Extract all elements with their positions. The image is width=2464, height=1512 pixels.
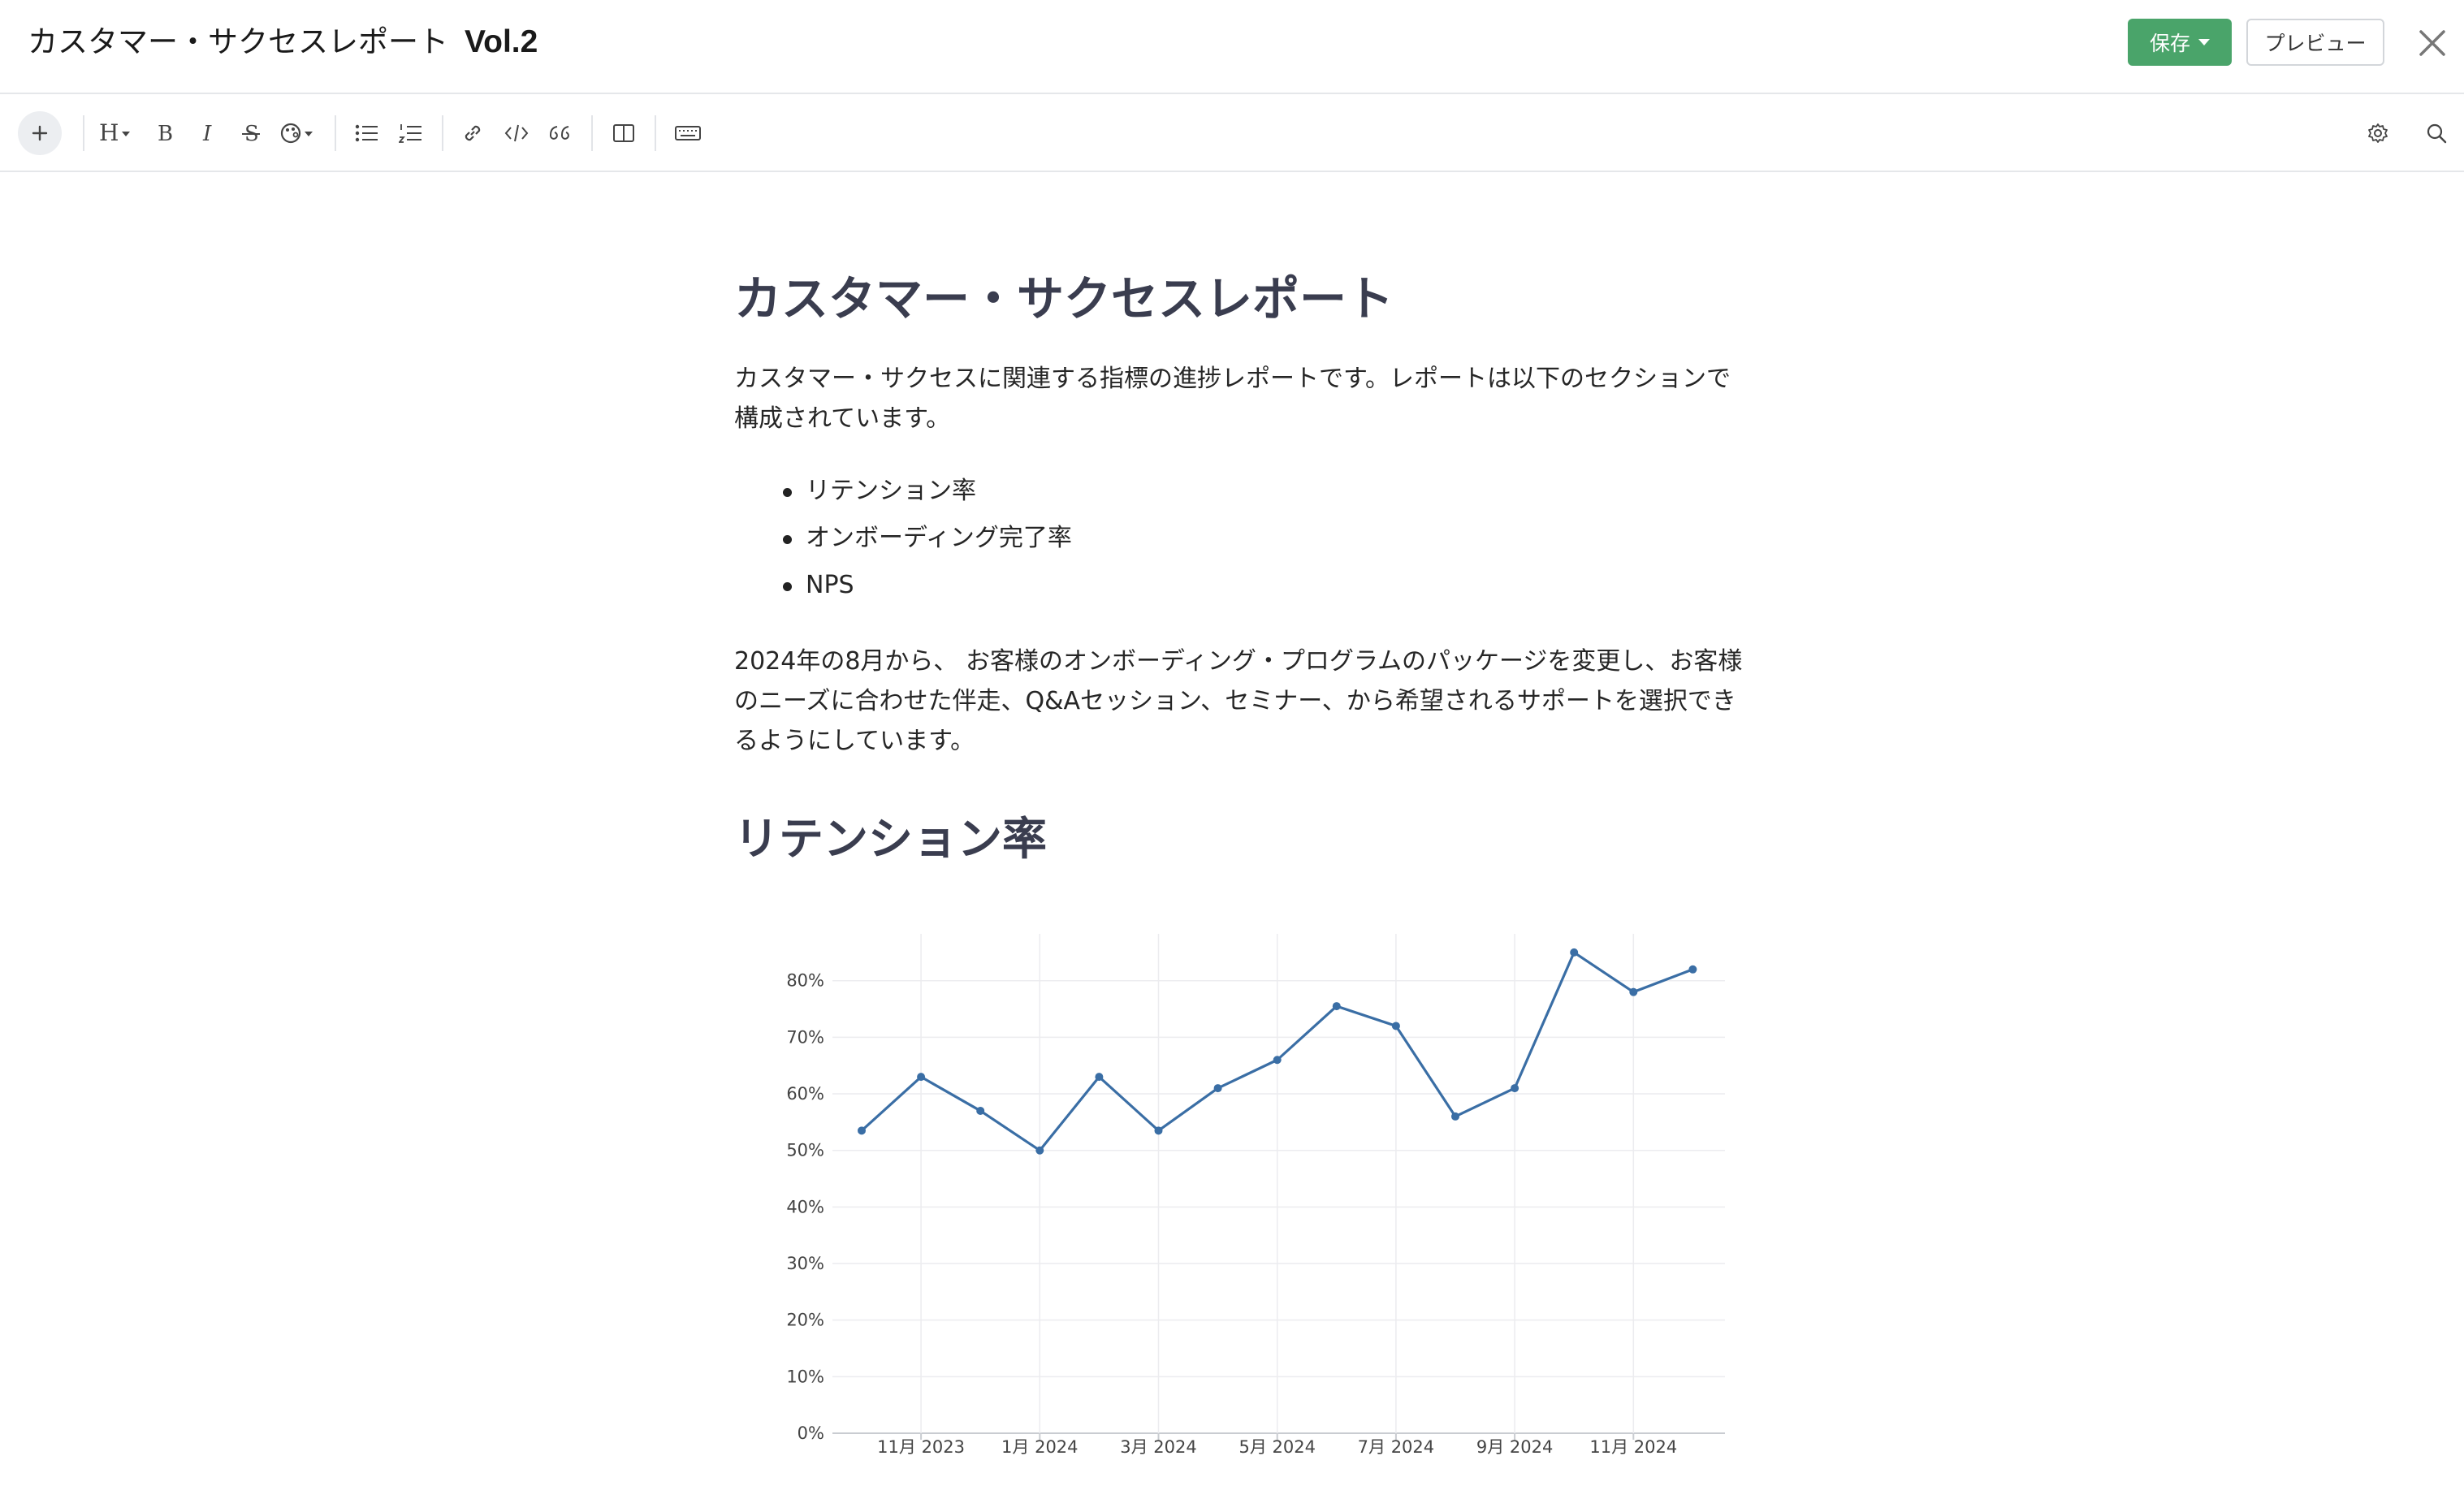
x-tick-label: 5月 2024 <box>1238 1437 1315 1457</box>
data-point <box>1451 1112 1459 1121</box>
data-point <box>1511 1084 1519 1093</box>
y-tick-label: 40% <box>786 1197 824 1216</box>
bullet-list-icon[interactable] <box>352 114 382 153</box>
x-tick-label: 7月 2024 <box>1358 1437 1434 1457</box>
intro-line-1: カスタマー・サクセスに関連する指標の進捗レポートです。レポートは以下のセクション… <box>734 365 1731 393</box>
chevron-down-icon <box>2198 39 2210 45</box>
x-tick-label: 3月 2024 <box>1120 1437 1196 1457</box>
y-tick-label: 60% <box>786 1084 824 1104</box>
keyboard-icon[interactable] <box>671 114 705 153</box>
preview-button-label: プレビュー <box>2264 32 2367 55</box>
onboarding-paragraph: 2024年の8月から、 お客様のオンボーディング・プログラムのパッケージを変更し… <box>734 642 1757 761</box>
y-tick-label: 80% <box>786 971 824 991</box>
toolbar-divider <box>335 115 336 151</box>
list-item: NPS <box>734 562 1546 609</box>
strikethrough-icon[interactable]: S <box>237 114 265 153</box>
color-palette-icon[interactable] <box>279 114 318 153</box>
layout-columns-icon[interactable] <box>609 114 638 153</box>
data-point <box>976 1106 985 1115</box>
data-point <box>1035 1146 1044 1155</box>
page-title: カスタマー・サクセスレポート <box>734 271 1394 326</box>
y-tick-label: 20% <box>786 1311 824 1330</box>
title-bar: カスタマー・サクセスレポート Vol.2 保存 プレビュー <box>0 0 2464 94</box>
paragraph-line-3: るようにしています。 <box>734 727 975 755</box>
data-point <box>1391 1022 1400 1030</box>
y-tick-label: 10% <box>786 1367 824 1386</box>
data-point <box>1629 987 1638 996</box>
search-icon[interactable] <box>2420 114 2453 153</box>
intro-line-2: 構成されています。 <box>734 404 951 433</box>
svg-text:I: I <box>202 122 212 145</box>
paragraph-line-1: 2024年の8月から、 お客様のオンボーディング・プログラムのパッケージを変更し… <box>734 647 1743 676</box>
add-block-icon[interactable] <box>18 111 62 155</box>
data-point <box>858 1126 866 1135</box>
data-point <box>1688 965 1697 974</box>
data-point <box>917 1073 926 1082</box>
document-title[interactable]: カスタマー・サクセスレポート Vol.2 <box>28 23 538 62</box>
document-title-text: カスタマー・サクセスレポート <box>28 24 448 59</box>
data-point <box>1213 1084 1222 1093</box>
svg-text:H: H <box>99 119 119 146</box>
retention-rate-chart: 0% 10% 20% 30% 40% 50% 60% 70% 80% 11月 2023 1月 202… <box>786 934 1725 1457</box>
y-tick-label: 0% <box>798 1423 824 1443</box>
toolbar-divider <box>83 115 84 151</box>
list-item: オンボーディング完了率 <box>734 515 1546 562</box>
data-point <box>1570 948 1579 957</box>
toolbar-divider <box>442 115 443 151</box>
numbered-list-icon[interactable] <box>396 114 426 153</box>
data-point <box>1332 1002 1341 1011</box>
svg-text:B: B <box>158 122 173 145</box>
toolbar-divider <box>655 115 656 151</box>
data-point <box>1154 1126 1163 1135</box>
code-icon[interactable] <box>502 114 531 153</box>
x-tick-label: 11月 2023 <box>877 1437 965 1457</box>
x-tick-label: 1月 2024 <box>1001 1437 1078 1457</box>
list-item: リテンション率 <box>734 468 1546 515</box>
toolbar-divider <box>591 115 593 151</box>
data-point <box>1273 1056 1282 1065</box>
section-list: リテンション率 オンボーディング完了率 NPS <box>734 468 1546 609</box>
section-heading-retention: リテンション率 <box>734 813 1048 865</box>
data-point <box>1095 1073 1104 1082</box>
y-tick-label: 50% <box>786 1141 824 1160</box>
paragraph-line-2: のニーズに合わせた伴走、Q&Aセッション、セミナー、から希望されるサポートを選択… <box>734 687 1736 715</box>
heading-icon[interactable]: H <box>97 114 136 153</box>
preview-button[interactable]: プレビュー <box>2246 19 2384 66</box>
document-title-suffix: Vol.2 <box>465 24 538 59</box>
close-icon[interactable] <box>2414 24 2451 62</box>
y-tick-label: 70% <box>786 1027 824 1047</box>
settings-gear-icon[interactable] <box>2362 114 2394 153</box>
editor-window: カスタマー・サクセスレポート Vol.2 保存 プレビュー H B I S カス… <box>0 0 2464 1512</box>
save-button-label: 保存 <box>2149 32 2190 55</box>
bold-icon[interactable]: B <box>151 114 179 153</box>
x-tick-label: 11月 2024 <box>1589 1437 1677 1457</box>
link-icon[interactable] <box>458 114 487 153</box>
save-button[interactable]: 保存 <box>2128 19 2232 66</box>
intro-paragraph: カスタマー・サクセスに関連する指標の進捗レポートです。レポートは以下のセクション… <box>734 359 1757 438</box>
formatting-toolbar: H B I S <box>0 94 2464 172</box>
x-tick-label: 9月 2024 <box>1476 1437 1553 1457</box>
y-tick-label: 30% <box>786 1254 824 1273</box>
quote-icon[interactable] <box>546 114 575 153</box>
italic-icon[interactable]: I <box>195 114 223 153</box>
